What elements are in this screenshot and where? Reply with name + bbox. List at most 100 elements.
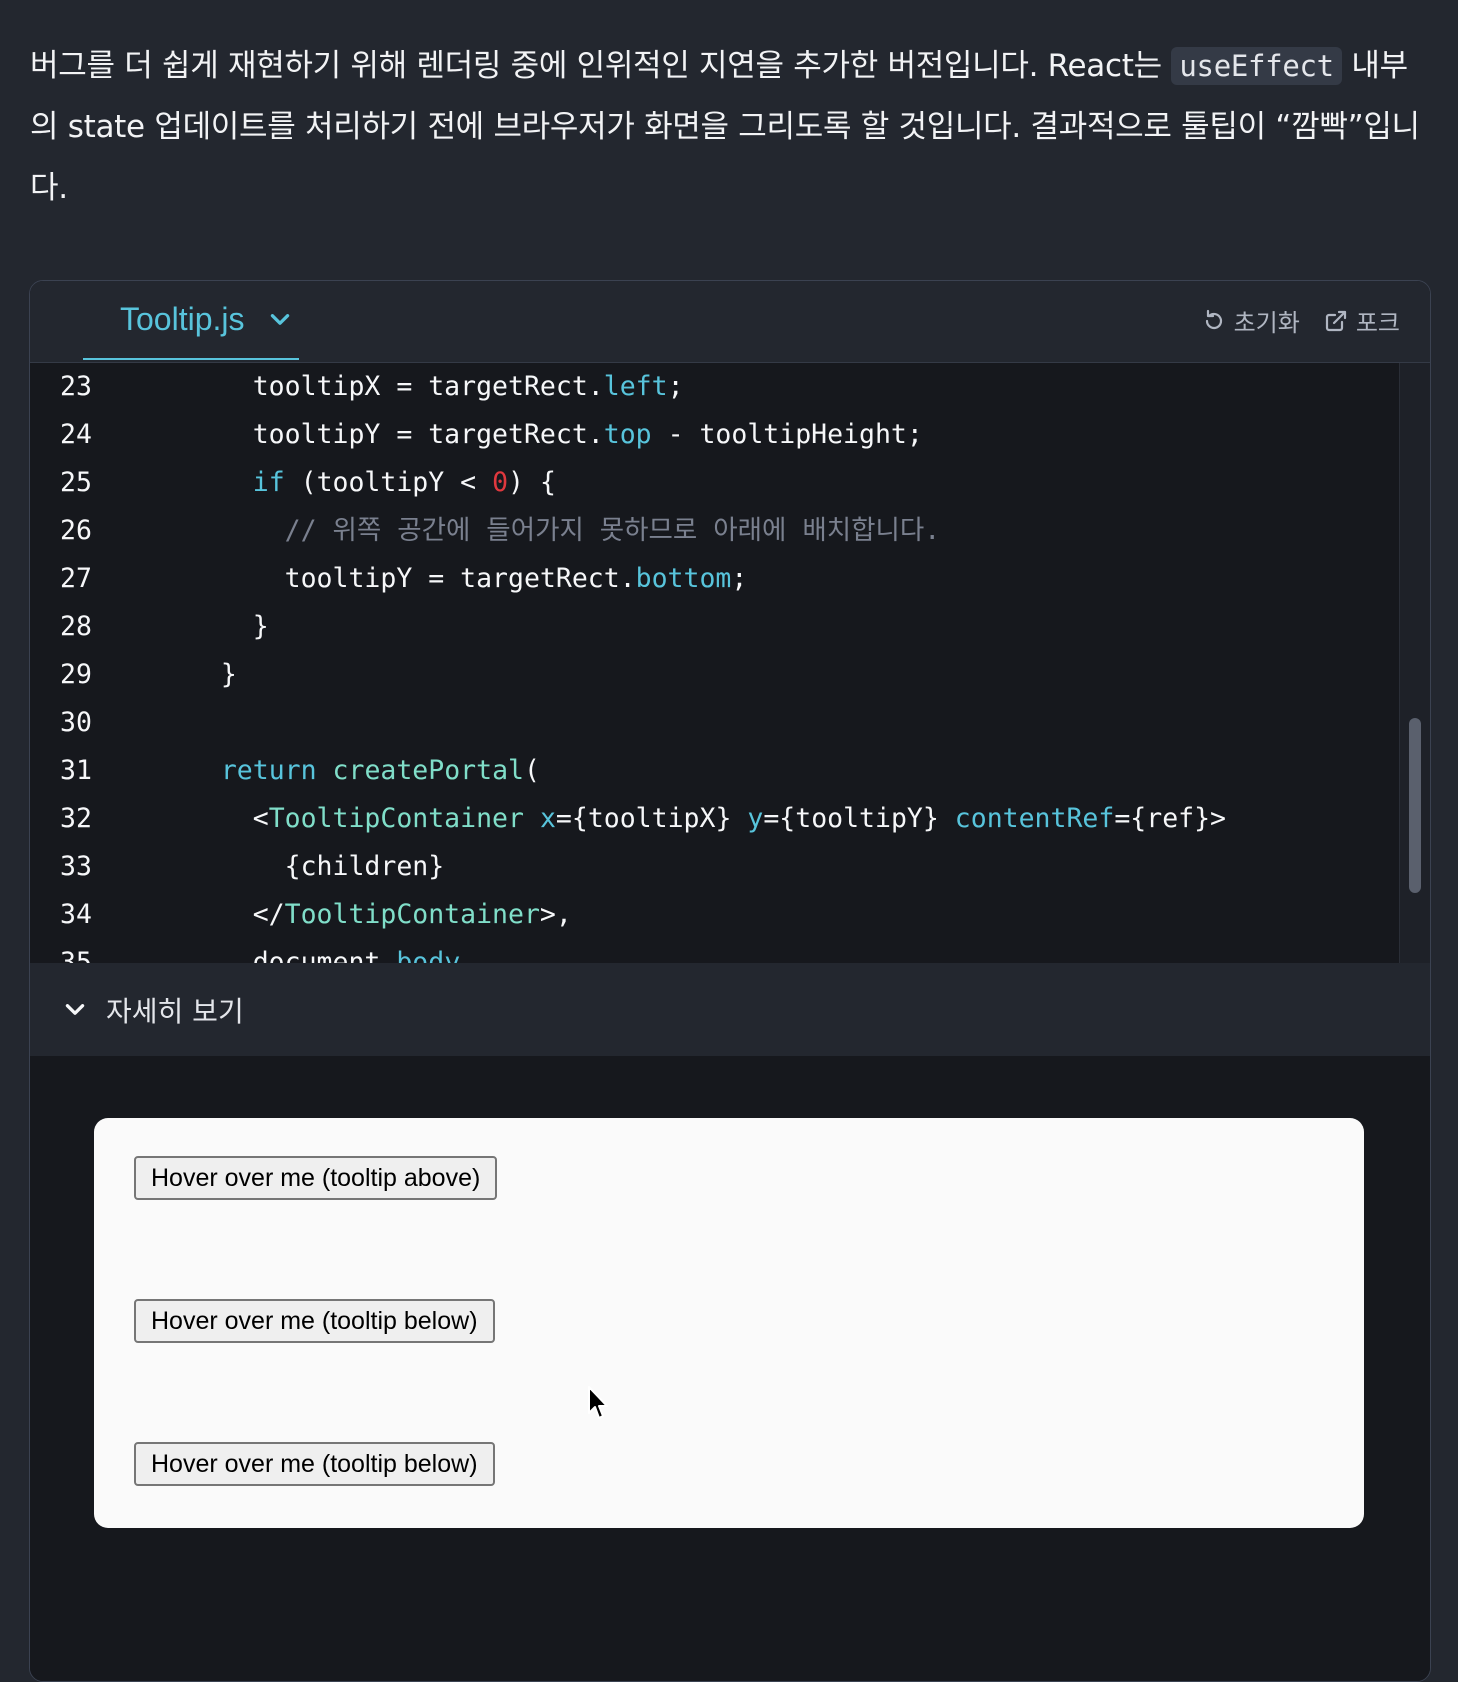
hover-button-below[interactable]: Hover over me (tooltip below) — [134, 1299, 495, 1343]
preview-area: Hover over me (tooltip above) Hover over… — [30, 1056, 1430, 1681]
line-number: 23 — [60, 371, 92, 402]
code-line: 28 } — [30, 603, 1400, 651]
code-editor[interactable]: 23 tooltipX = targetRect.left; 24 tooltip… — [30, 363, 1430, 963]
code-token: y — [747, 803, 764, 834]
code-token: < — [157, 803, 269, 834]
code-line: 33 {children} — [30, 843, 1400, 891]
intro-paragraph: 버그를 더 쉽게 재현하기 위해 렌더링 중에 인위적인 지연을 추가한 버전입… — [30, 36, 1430, 219]
line-number: 34 — [60, 899, 92, 930]
code-token: tooltipY = targetRect. — [157, 419, 604, 450]
intro-text-1: 버그를 더 쉽게 재현하기 위해 렌더링 중에 인위적인 지연을 추가한 버전입… — [30, 48, 1172, 84]
code-line: 35 document.body — [30, 939, 1400, 963]
code-sandbox: Tooltip.js 초기화 포크 23 tooltipX = targetRe… — [29, 280, 1431, 1682]
code-token: tooltipY = targetRect. — [157, 563, 636, 594]
code-line: 30 — [30, 699, 1400, 747]
code-token: ={tooltipX} — [555, 803, 748, 834]
code-token: - tooltipHeight; — [651, 419, 923, 450]
code-token: return — [220, 755, 317, 786]
code-text: tooltipX = targetRect.left; — [157, 363, 684, 411]
code-text: </TooltipContainer>, — [157, 891, 572, 939]
code-token: ) { — [508, 467, 556, 498]
editor-scrollbar[interactable] — [1399, 363, 1430, 963]
code-text: tooltipY = targetRect.top - tooltipHeigh… — [157, 411, 923, 459]
chevron-down-icon — [270, 313, 289, 325]
code-token: } — [157, 659, 237, 690]
code-text: tooltipY = targetRect.bottom; — [157, 555, 748, 603]
line-number: 29 — [60, 659, 92, 690]
code-token: top — [603, 419, 652, 450]
reset-button[interactable]: 초기화 — [1202, 303, 1300, 338]
reset-label: 초기화 — [1233, 309, 1300, 337]
line-number: 31 — [60, 755, 92, 786]
chevron-down-icon — [65, 1003, 85, 1015]
code-line: 27 tooltipY = targetRect.bottom; — [30, 555, 1400, 603]
code-token: tooltipX = targetRect. — [157, 371, 604, 402]
code-token: body — [396, 947, 461, 963]
code-line: 23 tooltipX = targetRect.left; — [30, 363, 1400, 411]
sandbox-actions: 초기화 포크 — [1202, 303, 1400, 338]
code-token: {children} — [157, 851, 445, 882]
code-token: contentRef — [954, 803, 1115, 834]
code-token: (tooltipY < — [284, 467, 493, 498]
fork-button[interactable]: 포크 — [1324, 303, 1400, 338]
line-number: 28 — [60, 611, 92, 642]
line-number: 26 — [60, 515, 92, 546]
code-token: // 위쪽 공간에 들어가지 못하므로 아래에 배치합니다. — [284, 515, 941, 546]
code-token: createPortal — [332, 755, 524, 786]
code-token: TooltipContainer — [268, 803, 524, 834]
sandbox-header: Tooltip.js 초기화 포크 — [30, 281, 1430, 363]
show-details-label: 자세히 보기 — [106, 994, 244, 1028]
preview-frame: Hover over me (tooltip above) Hover over… — [94, 1118, 1364, 1528]
show-details-toggle[interactable]: 자세히 보기 — [30, 963, 1430, 1056]
fork-label: 포크 — [1355, 309, 1400, 337]
code-token: if — [252, 467, 285, 498]
file-tab-label: Tooltip.js — [120, 301, 245, 337]
code-line: 26 // 위쪽 공간에 들어가지 못하므로 아래에 배치합니다. — [30, 507, 1400, 555]
file-tab-tooltip[interactable]: Tooltip.js — [83, 281, 299, 360]
code-text: } — [157, 603, 269, 651]
hover-button-above[interactable]: Hover over me (tooltip above) — [134, 1156, 498, 1200]
line-number: 25 — [60, 467, 92, 498]
code-line: 34 </TooltipContainer>, — [30, 891, 1400, 939]
code-line: 25 if (tooltipY < 0) { — [30, 459, 1400, 507]
code-text: {children} — [157, 843, 445, 891]
code-token: ={ref}> — [1114, 803, 1227, 834]
code-token: left — [603, 371, 668, 402]
code-token: 0 — [492, 467, 509, 498]
line-number: 27 — [60, 563, 92, 594]
code-token: ; — [731, 563, 748, 594]
code-token: TooltipContainer — [284, 899, 540, 930]
line-number: 35 — [60, 947, 92, 963]
line-number: 32 — [60, 803, 92, 834]
code-line: 24 tooltipY = targetRect.top - tooltipHe… — [30, 411, 1400, 459]
code-lines: 23 tooltipX = targetRect.left; 24 tooltip… — [30, 363, 1400, 963]
code-text: // 위쪽 공간에 들어가지 못하므로 아래에 배치합니다. — [157, 507, 941, 555]
code-line: 31 return createPortal( — [30, 747, 1400, 795]
code-text: if (tooltipY < 0) { — [157, 459, 556, 507]
code-text: } — [157, 651, 237, 699]
inline-code-useeffect: useEffect — [1171, 47, 1342, 85]
code-token: </ — [157, 899, 285, 930]
hover-button-below-2[interactable]: Hover over me (tooltip below) — [134, 1442, 495, 1486]
code-text: <TooltipContainer x={tooltipX} y={toolti… — [157, 795, 1226, 843]
code-token: } — [157, 611, 269, 642]
line-number: 24 — [60, 419, 92, 450]
external-link-icon — [1325, 310, 1346, 331]
scrollbar-thumb[interactable] — [1409, 718, 1421, 893]
line-number: 30 — [60, 707, 92, 738]
code-token: ={tooltipY} — [763, 803, 955, 834]
code-text: document.body — [157, 939, 460, 963]
code-token: ( — [523, 755, 540, 786]
mouse-pointer-icon — [588, 1386, 608, 1419]
reset-icon — [1205, 309, 1222, 329]
code-text: return createPortal( — [157, 747, 540, 795]
code-line: 32 <TooltipContainer x={tooltipX} y={too… — [30, 795, 1400, 843]
code-token: document. — [157, 947, 397, 963]
code-token: >, — [539, 899, 572, 930]
code-token: x — [539, 803, 556, 834]
